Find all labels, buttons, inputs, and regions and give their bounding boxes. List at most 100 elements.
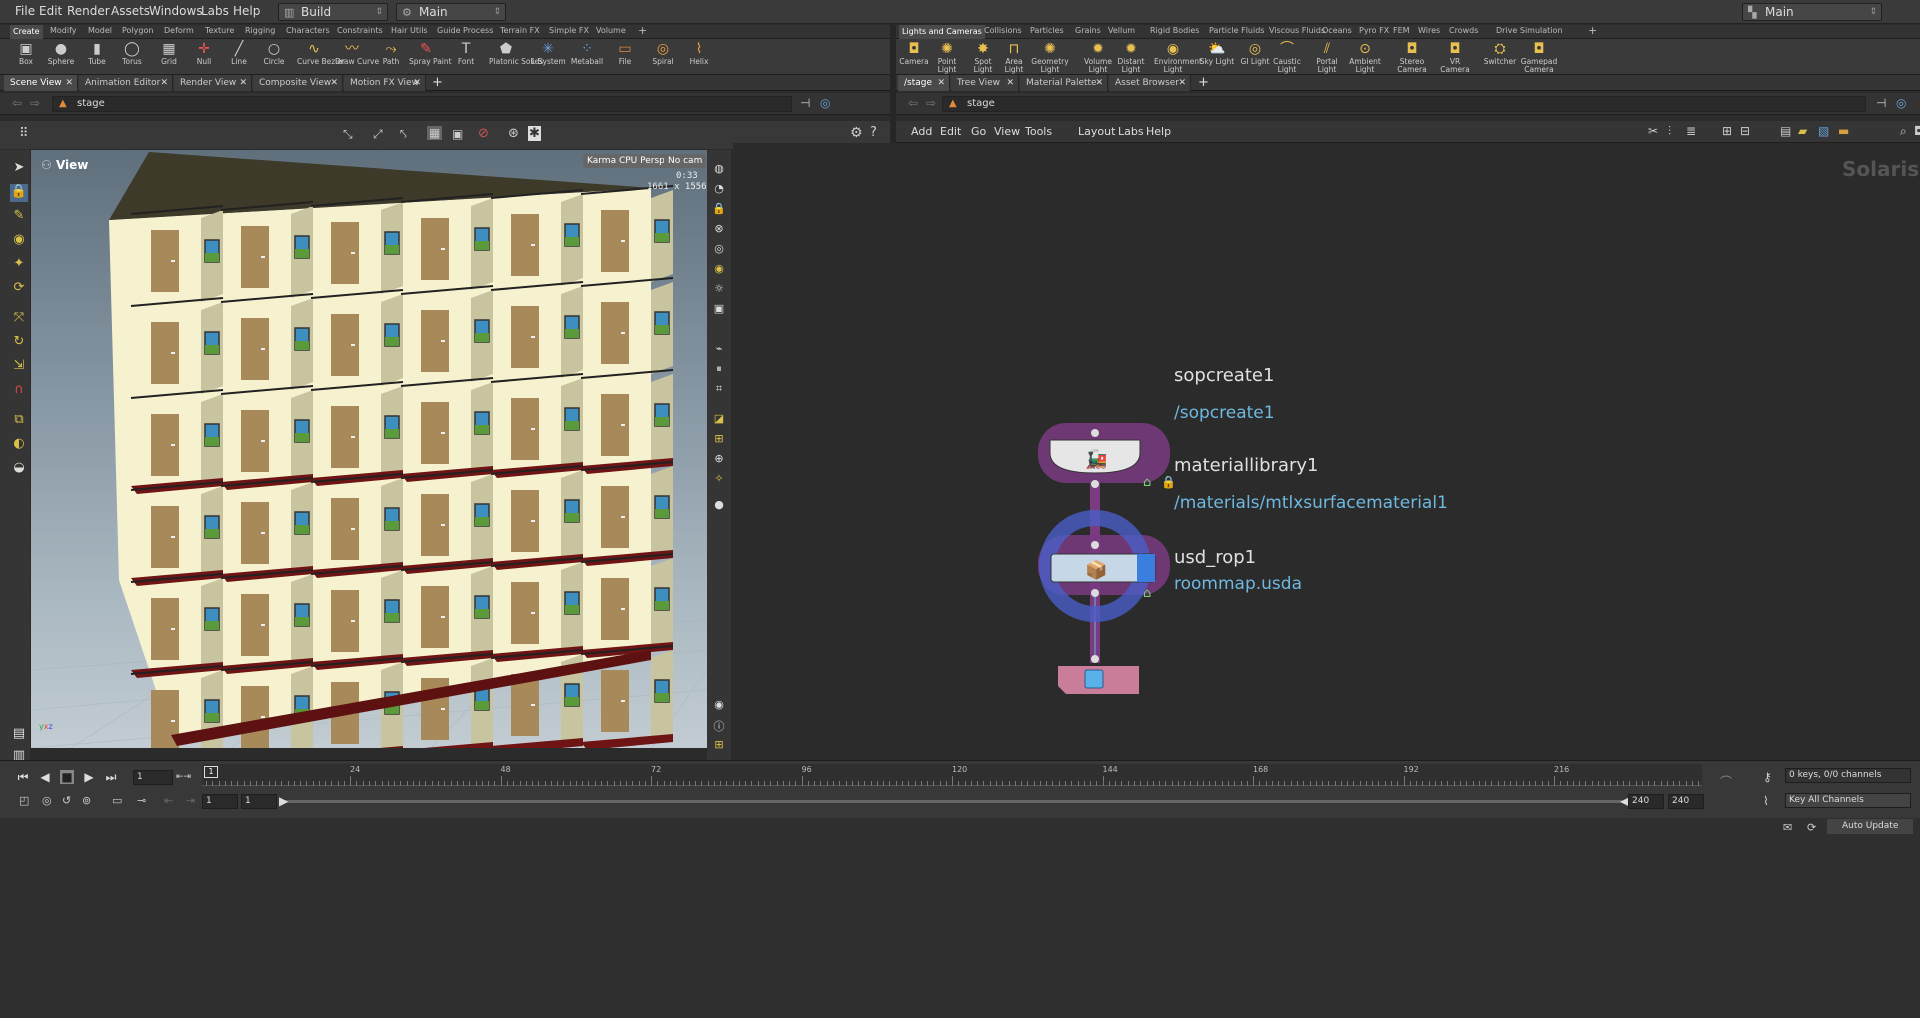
back-arrow-icon[interactable]: ⇦ (12, 96, 22, 110)
shelf-tool-ambient-light[interactable]: ⊙ Ambient Light (1346, 40, 1384, 74)
gear-icon[interactable]: ⚙ (850, 125, 863, 141)
pause-icon[interactable]: ⏸ (710, 362, 728, 378)
renderer-button[interactable]: Karma CPU Persp (583, 154, 669, 168)
pose-icon[interactable]: ✦ (10, 256, 28, 274)
magnet-icon[interactable]: ∩ (10, 382, 28, 400)
flipbook-icon[interactable]: ◒ (10, 460, 28, 478)
shelf-tool-sky-light[interactable]: ⛅ Sky Light (1198, 40, 1236, 66)
record-icon[interactable]: ⊘ (478, 126, 489, 141)
auto-update-button[interactable]: Auto Update (1827, 819, 1913, 834)
display-flag[interactable] (1137, 554, 1155, 582)
prev-key-icon[interactable]: ⇤ (164, 794, 173, 807)
shelf-tab-crowds[interactable]: Crowds (1449, 26, 1478, 35)
menu-windows[interactable]: Windows (149, 4, 203, 18)
shelf-tab-drive-simulation[interactable]: Drive Simulation (1496, 26, 1562, 35)
shelf-tab-characters[interactable]: Characters (286, 26, 330, 35)
shelf-tool-portal-light[interactable]: ⫽ Portal Light (1308, 40, 1346, 74)
param-icon[interactable]: ▤ (1780, 124, 1791, 138)
tumble-icon[interactable]: ⟳ (10, 280, 28, 298)
image-icon[interactable]: ▧ (1818, 124, 1829, 138)
drag-icon[interactable]: ⇲ (10, 358, 28, 376)
close-icon[interactable]: ✕ (330, 75, 338, 91)
shelf-tool-file[interactable]: ▭ File (608, 40, 642, 66)
jump-end-icon[interactable]: ⏭ (104, 770, 118, 784)
shelf-tab-oceans[interactable]: Oceans (1322, 26, 1352, 35)
bypass-flag-icon[interactable]: ⌂ (1143, 586, 1151, 601)
shelf-tab-wires[interactable]: Wires (1418, 26, 1440, 35)
add-shelf-icon[interactable]: + (638, 24, 647, 37)
camera-icon[interactable]: ▣ (710, 302, 728, 318)
shelf-tab-volume[interactable]: Volume (596, 26, 626, 35)
scale-icon[interactable]: ⤧ (10, 310, 28, 328)
shelf-tool-geometry-light[interactable]: ✺ Geometry Light (1031, 40, 1069, 74)
tab-render-view[interactable]: Render View ✕ (174, 75, 252, 91)
shelf-tool-platonic-solids[interactable]: ⬟ Platonic Solids (489, 40, 543, 66)
frame-marker[interactable]: 1 (204, 766, 218, 778)
shelf-tool-area-light[interactable]: ⊓ Area Light (995, 40, 1033, 74)
shelf-tool-font[interactable]: T Font (449, 40, 483, 66)
close-icon[interactable]: ✕ (239, 75, 247, 91)
link-icon[interactable]: ◎ (1896, 96, 1906, 110)
forward-arrow-icon[interactable]: ⇨ (30, 96, 40, 110)
key-all-channels-button[interactable]: Key All Channels (1785, 793, 1911, 808)
shelf-tool-l-system[interactable]: ✳ L-System (531, 40, 566, 66)
audio-toggle-icon[interactable]: ◎ (42, 794, 52, 807)
shelf-tool-torus[interactable]: ◯ Torus (115, 40, 149, 66)
light-icon[interactable]: ◉ (710, 262, 728, 278)
shelf-tab-pyro-fx[interactable]: Pyro FX (1359, 26, 1389, 35)
shelf-tool-environment-light[interactable]: ◉ Environment Light (1154, 40, 1202, 74)
close-icon[interactable]: ✕ (65, 75, 73, 91)
shelf-tool-gamepad-camera[interactable]: ◘ Gamepad Camera (1520, 40, 1558, 74)
menu-assets[interactable]: Assets (111, 4, 150, 18)
snap-icon[interactable]: ▦ (427, 126, 443, 140)
stop-icon[interactable]: ■ (60, 770, 74, 784)
network-menu-tools[interactable]: Tools (1025, 125, 1052, 138)
render-icon[interactable]: ◐ (10, 436, 28, 454)
back-arrow-icon[interactable]: ⇦ (908, 96, 918, 110)
shelf-tab-fem[interactable]: FEM (1393, 26, 1410, 35)
close-icon[interactable]: ✕ (937, 75, 945, 91)
shelf-tool-null[interactable]: ✛ Null (187, 40, 221, 66)
shelf-tab-grains[interactable]: Grains (1075, 26, 1101, 35)
shelf-tool-circle[interactable]: ○ Circle (257, 40, 291, 66)
shelf-tab-texture[interactable]: Texture (205, 26, 234, 35)
network-menu-add[interactable]: Add (911, 125, 932, 138)
shelf-tool-distant-light[interactable]: ✹ Distant Light (1112, 40, 1150, 74)
folder-icon[interactable]: ▬ (1838, 124, 1849, 138)
close-icon[interactable]: ✕ (1006, 75, 1014, 91)
shelf-tool-point-light[interactable]: ✺ Point Light (928, 40, 966, 74)
view-icon[interactable]: ◉ (10, 232, 28, 250)
shelf-tab-viscous-fluids[interactable]: Viscous Fluids (1269, 26, 1325, 35)
range-start-field[interactable]: 1 (202, 794, 238, 809)
sync-icon[interactable]: ⊚ (82, 794, 91, 807)
tab-scene-view[interactable]: Scene View ✕ (4, 75, 78, 91)
network-menu-go[interactable]: Go (971, 125, 986, 138)
shelf-tab-constraints[interactable]: Constraints (337, 26, 383, 35)
wireframe-icon[interactable]: ◔ (710, 182, 728, 198)
refresh-icon[interactable]: ⟳ (1807, 821, 1816, 834)
shelf-tool-grid[interactable]: ▦ Grid (152, 40, 186, 66)
info-icon[interactable]: ⓘ (710, 718, 728, 734)
slate-icon[interactable]: ▤ (10, 726, 28, 744)
tab-composite-view[interactable]: Composite View ✕ (253, 75, 343, 91)
audio-icon[interactable]: ⌒ (1720, 773, 1732, 790)
snap-grid-icon[interactable]: ⌁ (710, 342, 728, 358)
range-slider[interactable] (282, 800, 1622, 803)
eye-icon[interactable]: ◉ (710, 698, 728, 714)
shelf-tab-rigid-bodies[interactable]: Rigid Bodies (1150, 26, 1199, 35)
shelf-tab-rigging[interactable]: Rigging (245, 26, 275, 35)
display-options-icon[interactable]: ◘ (1914, 124, 1920, 138)
rotate-icon[interactable]: ↻ (10, 334, 28, 352)
forward-arrow-icon[interactable]: ⇨ (926, 96, 936, 110)
shelf-tab-particle-fluids[interactable]: Particle Fluids (1209, 26, 1264, 35)
bypass-flag-icon[interactable]: ⌂ (1143, 475, 1151, 490)
tile-view-icon[interactable]: ⊟ (1740, 124, 1750, 138)
layout-grid-icon[interactable]: ⊞ (710, 738, 728, 754)
network-menu-layout[interactable]: Layout (1078, 125, 1115, 138)
add-shelf-icon[interactable]: + (1588, 24, 1597, 37)
range-start2-field[interactable]: 1 (241, 794, 277, 809)
next-key-icon[interactable]: ⇥ (186, 794, 195, 807)
ruler-icon[interactable]: ▭ (112, 794, 122, 807)
input-port[interactable] (1091, 429, 1099, 437)
pin-icon[interactable]: ⊣ (800, 96, 810, 110)
